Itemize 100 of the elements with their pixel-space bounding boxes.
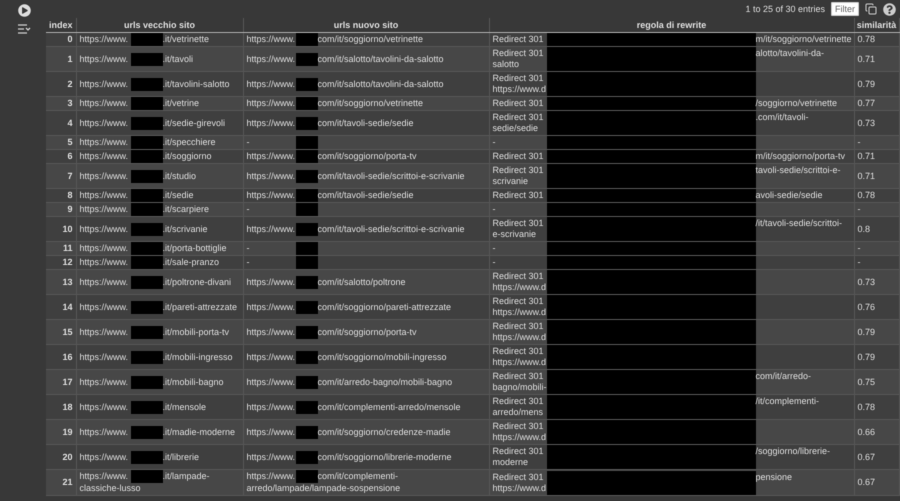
run-button[interactable] [18,4,30,17]
table-cell-text: .it/mobili-bagno [162,376,224,388]
table-cell-text: com/it/soggiorno/porta-tv [318,326,417,338]
table-cell-text: com/it/tavoli-sedie/sedie [318,189,414,202]
table-cell-text: https://www. [246,470,296,483]
table-cell-text: https://www. [78,222,130,236]
table-cell-text: https://www. [78,189,130,202]
table-cell-text: .it/librerie [162,450,200,464]
lines-caret-icon[interactable] [17,23,31,35]
table-cell-text: Redirect 301 arredo/mens [492,395,545,418]
redaction-bar [130,450,162,464]
table-cell-text: Redirect 301 https://www.d [492,345,546,368]
column-header[interactable]: index [46,18,76,32]
redaction-bar [130,470,162,483]
table-cell-text: .it/mensole [162,400,206,414]
table-cell-text: https://www. [246,326,296,338]
redaction-bar [130,400,162,414]
table-cell-text: https://www. [246,450,296,464]
column-header[interactable]: regola di rewrite [489,18,854,32]
table-cell-text: pensione [756,470,792,484]
column-header[interactable]: similarità [854,18,899,32]
table-cell-text: com/it/salotto/tavolini-da-salotto [318,52,444,66]
redaction-bar [130,326,162,338]
redaction-bar [296,203,318,216]
table-cell-text: alotto/tavolini-da- [756,47,824,60]
table-cell-text: .it/specchiere [162,136,216,148]
table-cell-text: .it/madie-moderne [162,426,236,438]
table-cell-text: - [246,242,250,254]
table-cell-text: https://www. [78,300,130,314]
table-cell-text: .it/poltrone-divani [162,276,232,288]
table-cell-text: Redirect 301 scrivanie [492,164,545,188]
table-cell-text: m/it/soggiorno/vetrinette [756,33,852,46]
table-cell-text: https://www. [246,97,296,110]
column-header[interactable]: urls nuovo sito [243,18,489,32]
table-cell-text: https://www. [246,350,296,364]
table-cell-text: classiche-lusso [78,483,142,494]
redaction-bar [130,222,162,236]
redaction-bar [130,52,162,66]
table-cell-text: .it/tavolini-salotto [162,78,230,90]
table-cell-text: Redirect 301 [492,189,545,202]
table-cell-text: com/it/arredo-bagno/mobili-bagno [318,376,452,388]
table-cell-text: - [492,242,496,254]
table-cell-text: https://www. [246,276,296,288]
table-cell-text: Redirect 301 https://www.d [492,320,546,344]
table-cell-text: .it/porta-bottiglie [162,242,227,254]
redaction-bar [296,450,318,464]
redaction-bar [130,170,162,182]
table-cell-text: /it/tavoli-sedie/scrittoi- [756,217,842,230]
table-cell-text: https://www. [78,276,130,288]
table-cell-text: https://www. [246,426,296,438]
table-cell-text: Redirect 301 https://www.d [492,470,546,494]
help-icon[interactable] [883,2,896,16]
table-cell-text: .it/scrivanie [162,222,208,236]
table-cell-text: https://www. [78,33,130,46]
table-cell-text: Redirect 301 https://www.d [492,420,546,444]
redaction-bar [130,78,162,90]
table-cell-text: Redirect 301 https://www.d [492,72,546,96]
copy-icon[interactable] [865,3,877,15]
redaction-bar [296,426,318,438]
table-cell-text: com/it/soggiorno/pareti-attrezzate [318,300,452,314]
filter-button[interactable]: Filter [831,2,859,16]
redaction-bar [130,97,162,110]
table-cell-text: .it/vetrine [162,97,200,110]
table-cell-text: .it/lampade- [162,470,210,483]
redaction-bar [296,326,318,338]
table-cell: 0.67 [854,470,899,496]
table-cell-text: - [246,203,250,216]
table-cell-text: https://www. [78,203,130,216]
redaction-bar [130,276,162,288]
table-cell-text: - [492,256,496,268]
table-cell-text: https://www. [78,350,130,364]
redaction-bar [296,136,318,148]
table-cell-text: .it/studio [162,170,196,182]
redaction-bar [296,170,318,182]
table-cell-text: /soggiorno/librerie- [756,445,830,458]
redaction-bar [130,256,162,268]
redaction-bar [296,376,318,388]
table-cell-text: https://www. [78,426,130,438]
table-cell-text: com/it/tavoli-sedie/sedie [318,116,414,130]
table-cell-text: com/it/soggiorno/porta-tv [318,150,417,162]
table-cell-text: https://www. [246,150,296,162]
redaction-bar [296,222,318,236]
table-cell-text: Redirect 301 https://www.d [492,295,546,318]
table-cell-text: .it/mobili-porta-tv [162,326,230,338]
column-header[interactable]: urls vecchio sito [76,18,243,32]
table-cell-text: com/it/soggiorno/vetrinette [318,33,424,46]
table-cell-text: com/it/salotto/poltrone [318,276,406,288]
table-cell-text: Redirect 301 [492,33,545,46]
table-cell-text: .it/sedie-girevoli [162,116,226,130]
table-cell-text: com/it/salotto/tavolini-da-salotto [318,78,444,90]
redaction-bar [296,350,318,364]
redaction-bar [130,136,162,148]
redaction-bar [130,33,162,46]
table-cell-text: .it/mobili-ingresso [162,350,233,364]
table-cell-text: .it/pareti-attrezzate [162,300,238,314]
redaction-bar [296,33,318,46]
table-cell-text: Redirect 301 salotto [492,47,545,70]
table-cell-text: com/it/complementi-arredo/mensole [318,400,461,414]
table-cell-text: arredo/lampade/lampade-sospensione [246,483,402,494]
table-cell-text: https://www. [246,300,296,314]
